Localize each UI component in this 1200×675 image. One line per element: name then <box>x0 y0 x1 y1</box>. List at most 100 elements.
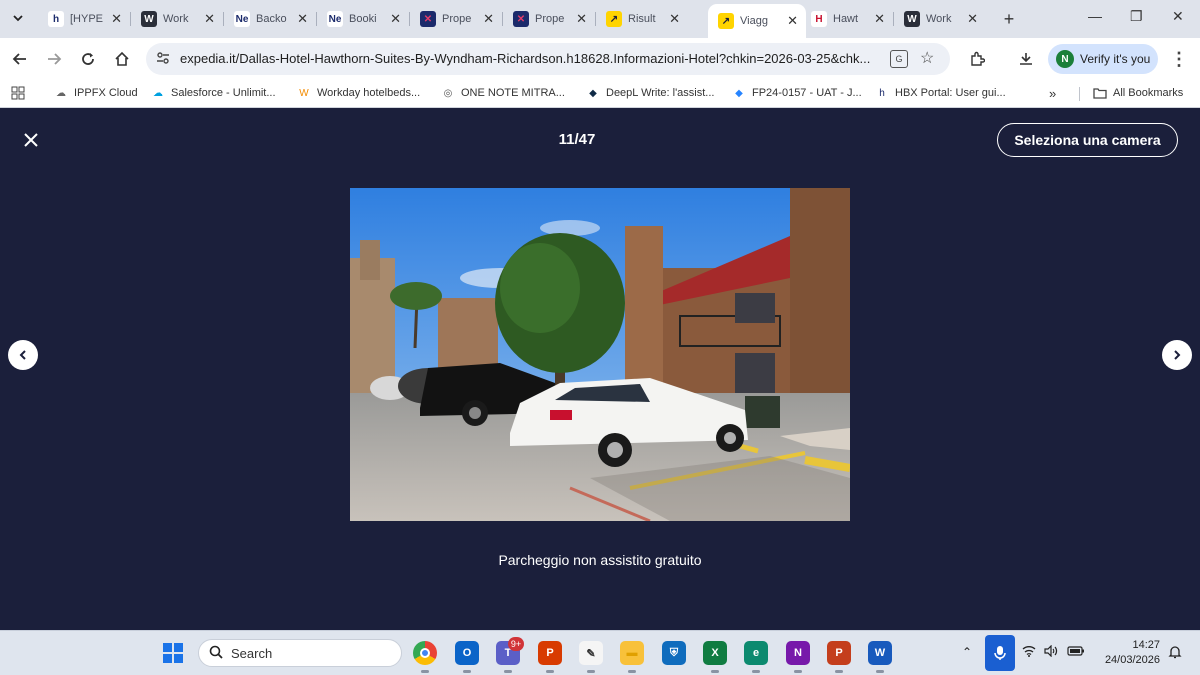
close-window-icon[interactable]: ✕ <box>1172 8 1184 25</box>
browser-menu-button[interactable]: ⋮ <box>1168 48 1190 70</box>
browser-tab[interactable]: Ne Backo ✕ <box>224 4 316 34</box>
browser-tab[interactable]: W Work ✕ <box>131 4 223 34</box>
excel-icon[interactable]: X <box>703 641 727 665</box>
previous-photo-button[interactable] <box>8 340 38 370</box>
pen-icon[interactable]: ✎ <box>579 641 603 665</box>
running-indicator <box>628 670 636 673</box>
tab-close-icon[interactable]: ✕ <box>483 11 494 27</box>
start-button[interactable] <box>163 643 183 663</box>
microphone-icon[interactable] <box>985 635 1015 671</box>
bookmark-item[interactable]: ◆ DeepL Write: l'assist... <box>586 86 714 100</box>
onenote-icon[interactable]: N <box>786 641 810 665</box>
taskbar-search[interactable]: Search <box>198 639 402 667</box>
verify-profile-button[interactable]: N Verify it's you <box>1048 44 1158 74</box>
close-gallery-button[interactable] <box>20 129 42 151</box>
browser-tab[interactable]: ✕ Prope ✕ <box>410 4 502 34</box>
url-text[interactable]: expedia.it/Dallas-Hotel-Hawthorn-Suites-… <box>180 51 880 66</box>
bookmark-label: DeepL Write: l'assist... <box>606 87 715 99</box>
tab-close-icon[interactable]: ✕ <box>297 11 308 27</box>
puzzle-icon <box>971 51 985 66</box>
ppt-viewer-icon[interactable]: P <box>538 641 562 665</box>
minimize-icon[interactable]: — <box>1088 8 1102 24</box>
volume-icon[interactable] <box>1044 644 1058 660</box>
wifi-icon[interactable] <box>1022 645 1036 660</box>
browser-tab[interactable]: ↗ Viagg ✕ <box>708 4 806 38</box>
arrow-right-icon <box>48 53 62 65</box>
defender-icon[interactable]: ⛨ <box>662 641 686 665</box>
new-tab-button[interactable]: + <box>998 8 1020 30</box>
bookmark-item[interactable]: ◆ FP24-0157 - UAT - J... <box>732 86 862 100</box>
tab-title: Backo <box>256 13 287 25</box>
system-clock[interactable]: 14:27 24/03/2026 <box>1098 638 1160 668</box>
bookmark-label: FP24-0157 - UAT - J... <box>752 87 862 99</box>
translate-icon[interactable]: G <box>890 50 908 68</box>
bookmarks-divider <box>1079 87 1080 101</box>
tab-close-icon[interactable]: ✕ <box>967 11 978 27</box>
tab-close-icon[interactable]: ✕ <box>669 11 680 27</box>
tab-favicon-icon: ↗ <box>606 11 622 27</box>
select-room-button[interactable]: Seleziona una camera <box>997 123 1178 157</box>
bookmark-favicon-icon: ◎ <box>443 87 453 99</box>
apps-grid-button[interactable] <box>11 86 25 100</box>
restore-icon[interactable]: ❐ <box>1130 8 1143 25</box>
bookmark-star-icon[interactable]: ☆ <box>920 48 934 68</box>
windows-taskbar: Search O T P ✎ ▬ ⛨ Xe N P W 9+ ⌃ 14:27 24/03/2026 <box>0 630 1200 675</box>
bookmark-label: IPPFX Cloud <box>74 87 138 99</box>
bookmark-item[interactable]: ◎ ONE NOTE MITRA... <box>441 86 565 100</box>
downloads-button[interactable] <box>1015 48 1037 70</box>
bookmark-label: Salesforce - Unlimit... <box>171 87 276 99</box>
tab-close-icon[interactable]: ✕ <box>390 11 401 27</box>
bookmark-item[interactable]: h HBX Portal: User gui... <box>875 86 1005 100</box>
running-indicator <box>546 670 554 673</box>
bookmark-label: Workday hotelbeds... <box>317 87 421 99</box>
chrome-icon[interactable] <box>413 641 437 665</box>
photo-counter: 11/47 <box>558 131 596 148</box>
bookmark-item[interactable]: ☁ Salesforce - Unlimit... <box>151 86 276 100</box>
running-indicator <box>835 670 843 673</box>
file-explorer-icon[interactable]: ▬ <box>620 641 644 665</box>
tab-favicon-icon: Ne <box>234 11 250 27</box>
notifications-bell-icon[interactable] <box>1168 645 1182 662</box>
extensions-button[interactable] <box>966 48 988 70</box>
word-icon[interactable]: W <box>868 641 892 665</box>
chevron-down-icon <box>13 15 23 22</box>
hotel-photo <box>350 188 851 523</box>
tab-close-icon[interactable]: ✕ <box>576 11 587 27</box>
bookmark-favicon-icon: ☁ <box>56 87 66 99</box>
tab-close-icon[interactable]: ✕ <box>874 11 885 27</box>
powerpoint-icon[interactable]: P <box>827 641 851 665</box>
clock-date: 24/03/2026 <box>1104 654 1160 666</box>
bookmark-favicon-icon: h <box>879 87 885 99</box>
home-button[interactable] <box>111 48 133 70</box>
outlook-icon[interactable]: O <box>455 641 479 665</box>
show-hidden-icons-button[interactable]: ⌃ <box>962 645 972 659</box>
bookmark-item[interactable]: W Workday hotelbeds... <box>297 86 420 100</box>
tab-favicon-icon: h <box>48 11 64 27</box>
browser-tab[interactable]: W Work ✕ <box>894 4 986 34</box>
forward-button[interactable] <box>43 48 65 70</box>
back-button[interactable] <box>9 48 31 70</box>
reload-icon <box>82 53 94 65</box>
more-bookmarks-button[interactable]: » <box>1049 86 1056 101</box>
tab-search-button[interactable] <box>6 6 30 30</box>
address-bar[interactable]: expedia.it/Dallas-Hotel-Hawthorn-Suites-… <box>146 43 950 75</box>
search-label: Search <box>231 645 273 661</box>
reload-button[interactable] <box>77 48 99 70</box>
tab-close-icon[interactable]: ✕ <box>111 11 122 27</box>
tab-title: Work <box>163 13 189 25</box>
all-bookmarks-button[interactable]: All Bookmarks <box>1093 86 1183 100</box>
battery-icon[interactable] <box>1067 645 1085 660</box>
tab-strip: h [HYPE ✕ W Work ✕ Ne Backo ✕ Ne Booki ✕ ✕ Prope ✕ ✕ Pro… <box>0 0 1200 38</box>
tab-close-icon[interactable]: ✕ <box>204 11 215 27</box>
next-photo-button[interactable] <box>1162 340 1192 370</box>
bookmark-item[interactable]: ☁ IPPFX Cloud <box>54 86 138 100</box>
browser-tab[interactable]: H Hawt ✕ <box>801 4 893 34</box>
browser-tab[interactable]: h [HYPE ✕ <box>38 4 130 34</box>
running-indicator <box>876 670 884 673</box>
site-settings-icon[interactable] <box>156 51 170 68</box>
tab-close-icon[interactable]: ✕ <box>787 13 798 29</box>
browser-tab[interactable]: ✕ Prope ✕ <box>503 4 595 34</box>
browser-tab[interactable]: Ne Booki ✕ <box>317 4 409 34</box>
browser-tab[interactable]: ↗ Risult ✕ <box>596 4 688 34</box>
edge-icon[interactable]: e <box>744 641 768 665</box>
